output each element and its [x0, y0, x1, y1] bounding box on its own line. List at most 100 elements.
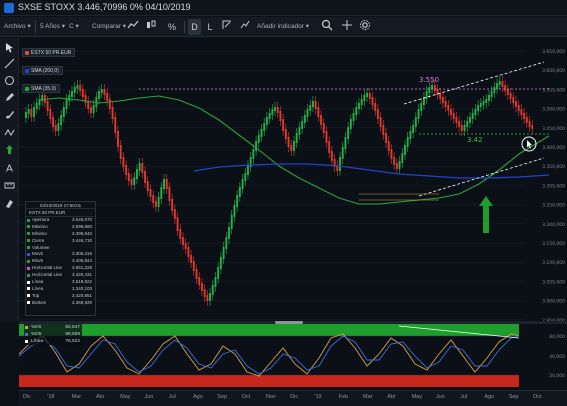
candle-body [414, 117, 417, 127]
candle-body [395, 163, 398, 169]
candle-body [303, 115, 306, 123]
time-tick-label: Dic [290, 394, 299, 400]
stochastic-legend-label: %K5 [31, 325, 42, 330]
oversold-zone [19, 375, 519, 387]
data-window-row: Cierre 3.446,710 [26, 238, 95, 245]
candle-body [287, 137, 290, 147]
stochastic-color-swatch [25, 333, 28, 336]
legend-symbol[interactable]: ESTX 50 PR.EUR [22, 48, 76, 57]
draw-l-button[interactable]: L [205, 19, 215, 35]
drawing-toolbar: A [0, 38, 19, 321]
data-window-row: Apertura 3.545,070 [26, 217, 95, 224]
legend-sma35[interactable]: SMA (35,0) [22, 84, 61, 93]
time-tick-label: Jul [168, 394, 176, 400]
candle-body [482, 101, 485, 105]
row-color-swatch [27, 218, 30, 222]
circle-tool-icon[interactable] [4, 75, 15, 86]
indicator-toggle-button[interactable] [238, 19, 252, 35]
candle-body [35, 103, 38, 109]
window-title: SXSE STOXX 3.446,70996 0% 04/10/2019 [18, 2, 191, 12]
time-tick-label: Mar [71, 394, 82, 400]
chart-type-button[interactable] [126, 19, 140, 35]
row-color-swatch [27, 294, 30, 298]
row-color-swatch [27, 287, 30, 291]
candle-body [62, 107, 65, 117]
candle-body [290, 145, 293, 151]
archivo-menu[interactable]: Archivo ▾ [4, 20, 31, 34]
candle-body [54, 125, 57, 131]
candle-body [130, 179, 133, 185]
candle-body [117, 131, 119, 147]
candle-body [190, 255, 193, 263]
price-tick-label: 3.600,000 [542, 68, 565, 74]
pattern-tool-icon[interactable] [4, 127, 15, 138]
cursor-tool-icon[interactable] [4, 42, 15, 53]
indicator-icon [240, 20, 250, 29]
arrow-up-tool-icon[interactable] [4, 144, 15, 155]
scale-button[interactable] [220, 19, 234, 35]
delete-tool-icon[interactable] [4, 198, 15, 209]
price-chart[interactable]: 3.650,000 3.600,000 3.550,000 3.500,000 3.45… [19, 38, 567, 321]
time-tick-label: Oct [241, 394, 251, 400]
candle-body [173, 209, 176, 219]
time-tick-label: Jul [460, 394, 468, 400]
candles-button[interactable] [144, 19, 158, 35]
data-window-timestamp: 04/10/2019 17:50:01 [26, 202, 95, 209]
price-tick-label: 3.550,000 [542, 87, 565, 93]
candle-body [309, 105, 312, 111]
price-tick-label: 3.450,000 [542, 126, 565, 132]
time-tick-label: Ago [484, 394, 495, 400]
pencil-tool-icon[interactable] [4, 92, 15, 103]
candle-body [325, 131, 328, 143]
candle-body [366, 93, 369, 97]
candle-body [341, 147, 344, 159]
candle-body [276, 107, 279, 113]
candle-body [92, 105, 95, 113]
draw-d-button[interactable]: D [188, 19, 201, 35]
measure-tool-icon[interactable] [4, 180, 15, 191]
legend-sma200[interactable]: SMA (200,0) [22, 66, 63, 75]
candle-body [65, 99, 68, 109]
candle-body [265, 117, 268, 125]
percent-button[interactable]: % [164, 19, 180, 35]
crosshair-button[interactable] [340, 19, 354, 35]
candle-body [477, 105, 480, 111]
time-tick-label: May [120, 394, 131, 400]
period-dropdown[interactable]: 5 Años ▾ [40, 20, 65, 34]
time-tick-label: Mar [363, 394, 373, 400]
candle-body [192, 261, 195, 271]
candle-body [211, 285, 214, 295]
candle-body [219, 257, 222, 269]
candle-body [260, 129, 263, 137]
candle-body [385, 133, 387, 143]
zoom-button[interactable] [318, 19, 336, 35]
candle-body [217, 267, 220, 279]
trendline-tool-icon[interactable] [4, 58, 15, 69]
add-indicator-dropdown[interactable]: Añadir indicador ▾ [257, 20, 309, 34]
candle-body [209, 293, 212, 301]
settings-button[interactable] [358, 19, 372, 35]
candle-body [106, 93, 109, 101]
candle-body [474, 109, 477, 115]
price-chart-canvas[interactable]: 3.650,000 3.600,000 3.550,000 3.500,000 3.45… [19, 38, 567, 321]
brush-tool-icon[interactable] [4, 109, 15, 120]
row-color-swatch [27, 266, 30, 270]
stochastic-tick-label: 80,000 [549, 334, 565, 340]
text-tool-icon[interactable]: A [4, 162, 15, 174]
data-window-row-value: 3.545,070 [71, 217, 92, 222]
row-color-swatch [27, 301, 30, 305]
candle-body [417, 109, 420, 119]
interval-dropdown[interactable]: C ▾ [69, 20, 79, 34]
time-tick-label: May [411, 394, 422, 400]
candle-body [322, 123, 325, 133]
compare-dropdown[interactable]: Comparar ▾ [92, 20, 126, 34]
candle-body [512, 97, 515, 103]
time-tick-label: Sep [217, 394, 228, 400]
candle-body [360, 99, 363, 105]
stochastic-panel[interactable]: 80,000 40,000 20,000 [18, 324, 567, 390]
candle-body [46, 101, 49, 111]
stochastic-canvas[interactable]: 80,000 40,000 20,000 [18, 324, 567, 390]
stochastic-legend-row: Línea 76,522 [24, 338, 82, 345]
time-tick-label: Ago [193, 394, 203, 400]
toolbar-separator [35, 21, 36, 33]
